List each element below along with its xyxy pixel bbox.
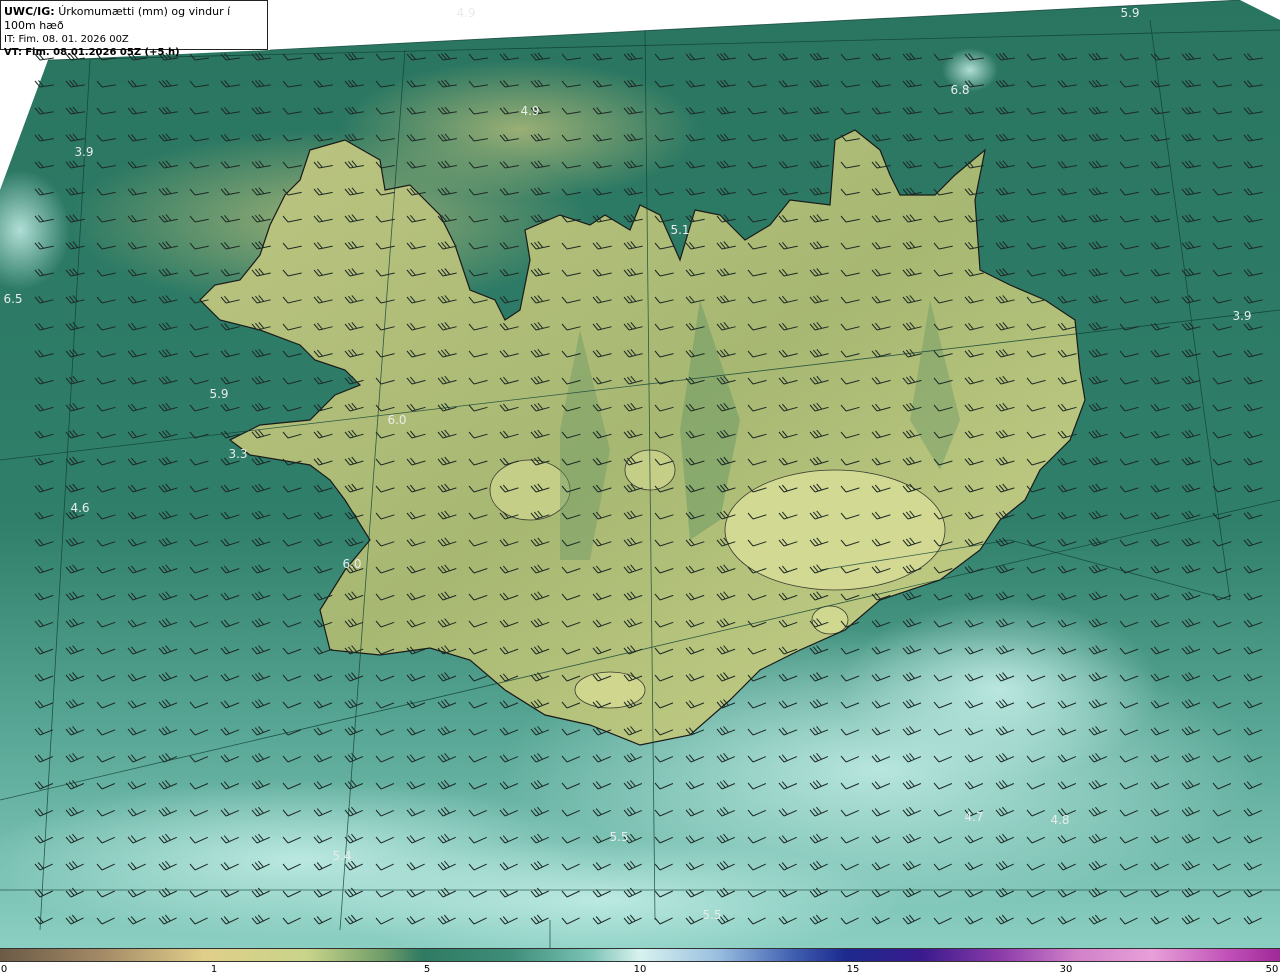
value-label: 6.0 (387, 413, 407, 427)
value-label: 6.8 (950, 83, 970, 97)
legend-tick: 0 (0, 964, 8, 975)
valid-prefix: VT: (4, 47, 23, 58)
value-label: 6.5 (3, 292, 23, 306)
value-label: 5.4 (332, 849, 352, 863)
valid-time: Fim. 08.01.2026 05Z (+5 h) (25, 47, 180, 58)
value-label: 6.0 (342, 557, 362, 571)
value-label: 5.9 (1120, 6, 1140, 20)
value-label: 4.6 (70, 501, 90, 515)
precipitation-color-legend (0, 948, 1280, 962)
value-label: 3.3 (228, 447, 248, 461)
init-time: IT: Fim. 08. 01. 2026 00Z (4, 34, 129, 45)
legend-tick: 1 (210, 964, 218, 975)
legend-tick: 5 (423, 964, 431, 975)
legend-tick: 50 (1265, 964, 1279, 975)
value-label: 3.9 (1232, 309, 1252, 323)
value-label: 5.5 (609, 830, 629, 844)
legend-tick: 30 (1059, 964, 1073, 975)
value-label: 5.1 (670, 223, 690, 237)
value-label: 4.8 (1050, 813, 1070, 827)
value-label: 3.9 (74, 145, 94, 159)
map-canvas (0, 0, 1280, 948)
legend-tick: 15 (846, 964, 860, 975)
value-label: 5.9 (209, 387, 229, 401)
value-label: 4.7 (964, 810, 984, 824)
value-label: 4.9 (520, 104, 540, 118)
product-name: UWC/IG: (4, 5, 55, 18)
value-label: 5.5 (702, 908, 722, 922)
map-info-box: UWC/IG: Úrkomumætti (mm) og vindur í 100… (0, 0, 268, 58)
value-label: 4.9 (456, 6, 476, 20)
legend-tick: 10 (633, 964, 647, 975)
